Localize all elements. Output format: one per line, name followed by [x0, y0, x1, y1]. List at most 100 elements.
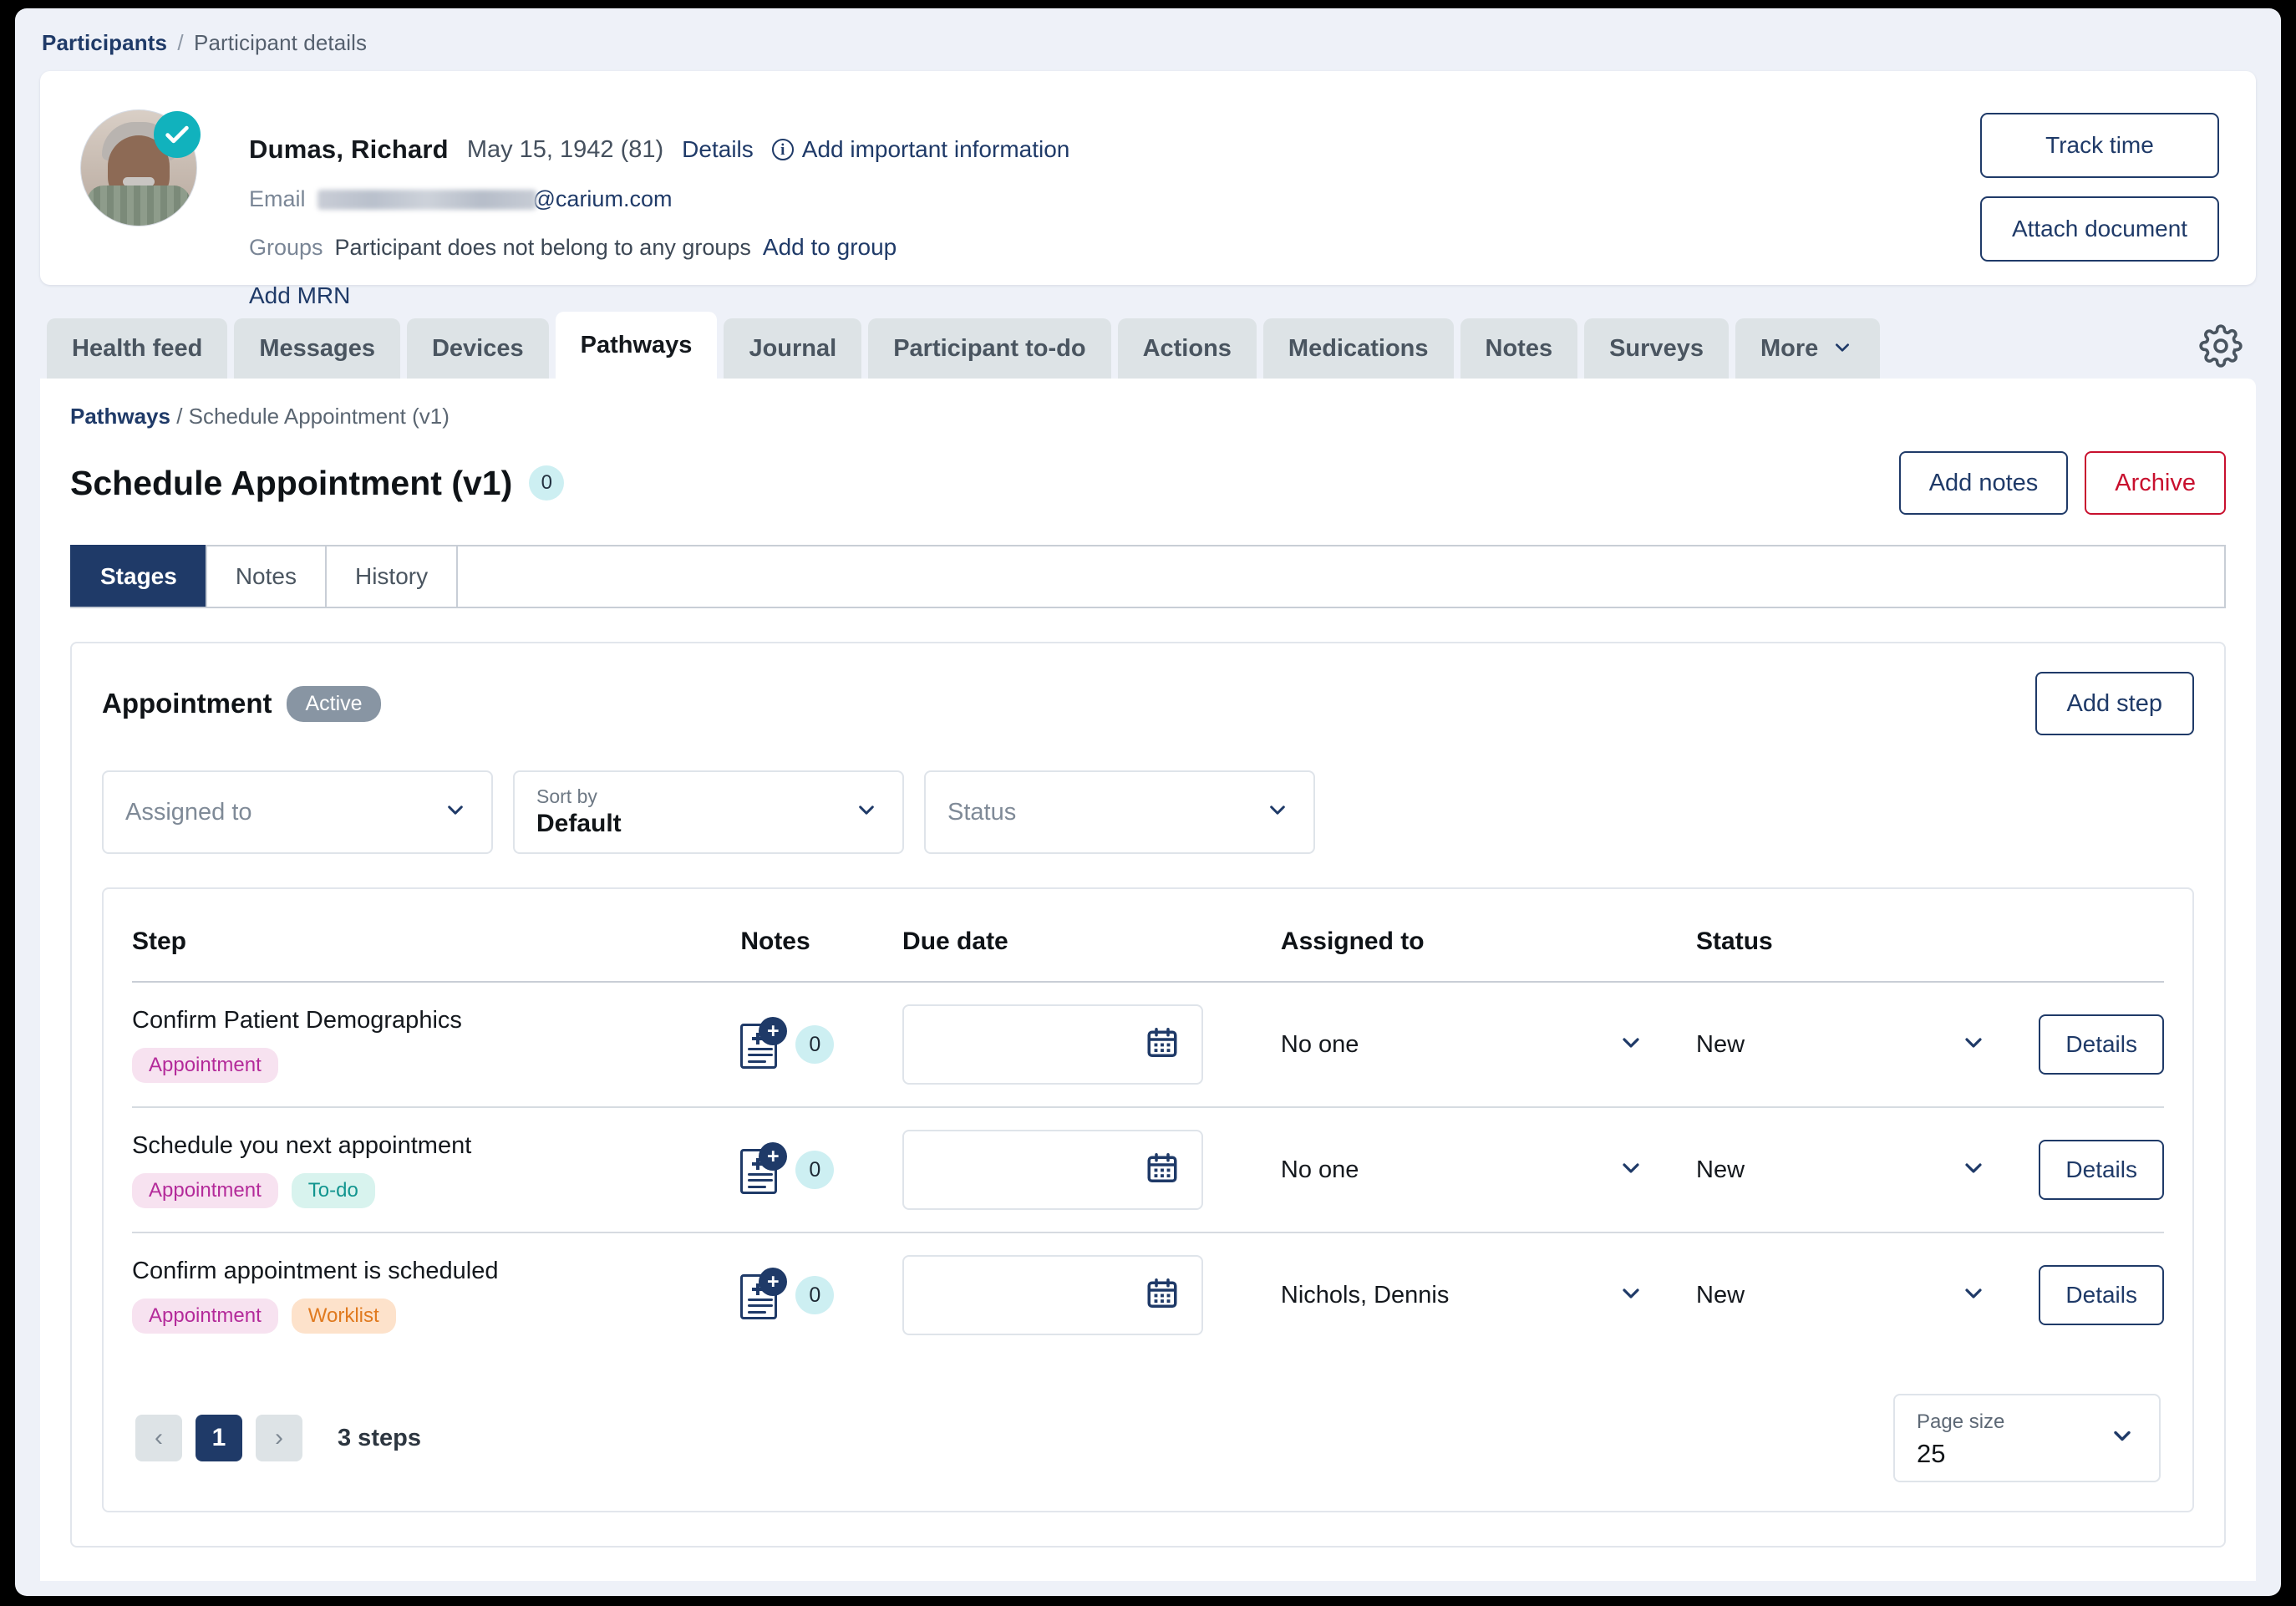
tag-appointment: Appointment [132, 1172, 278, 1208]
tab-participant-to-do[interactable]: Participant to-do [868, 318, 1111, 379]
step-name: Schedule you next appointment [132, 1131, 472, 1159]
stage-status-badge: Active [287, 685, 381, 722]
subtab-history[interactable]: History [324, 545, 457, 607]
assigned-to-select[interactable]: No one [1281, 1031, 1696, 1059]
notes-count-badge: 0 [795, 1151, 835, 1189]
column-header-actions [2039, 896, 2164, 983]
status-select[interactable]: New [1696, 1282, 2039, 1309]
assigned-to-value: No one [1280, 1030, 1359, 1058]
due-date-input[interactable] [902, 1255, 1204, 1335]
tab-journal[interactable]: Journal [724, 318, 862, 379]
chevron-down-icon [1263, 801, 1292, 824]
participant-details-link[interactable]: Details [682, 136, 754, 163]
column-header-step: Step [132, 896, 741, 983]
breadcrumb-participants-link[interactable]: Participants [42, 30, 167, 55]
page-size-value: 25 [1917, 1439, 1946, 1468]
info-icon: i [771, 139, 794, 160]
add-important-information-label: Add important information [801, 136, 1070, 162]
chevron-down-icon [1616, 1033, 1646, 1057]
chevron-down-icon [1958, 1158, 1989, 1182]
tag-appointment: Appointment [132, 1047, 278, 1083]
cell-notes: + 0 [740, 1232, 902, 1357]
add-step-button[interactable]: Add step [2034, 672, 2194, 735]
breadcrumb-separator: / [177, 30, 184, 55]
cell-due-date [902, 1232, 1281, 1357]
add-note-icon[interactable]: + [740, 1268, 788, 1319]
breadcrumb: Participants / Participant details [15, 8, 2281, 56]
notes-count-badge: 0 [795, 1025, 835, 1064]
email-domain[interactable]: @carium.com [533, 186, 673, 212]
tab-messages[interactable]: Messages [234, 318, 400, 379]
tab-more[interactable]: More [1735, 318, 1881, 379]
status-value: New [1696, 1030, 1745, 1058]
chevron-down-icon [852, 801, 881, 824]
pagination-prev-button[interactable]: ‹ [135, 1415, 182, 1461]
subtab-stages[interactable]: Stages [70, 545, 206, 607]
details-button[interactable]: Details [2039, 1140, 2164, 1200]
tab-surveys[interactable]: Surveys [1584, 318, 1729, 379]
status-select[interactable]: New [1696, 1031, 2039, 1059]
add-to-group-link[interactable]: Add to group [763, 234, 897, 261]
panel-breadcrumb: Pathways / Schedule Appointment (v1) [70, 404, 2226, 429]
check-circle-icon [154, 111, 201, 158]
sort-by-value: Default [536, 810, 622, 837]
status-select[interactable]: New [1696, 1156, 2039, 1184]
calendar-icon[interactable] [1145, 1025, 1180, 1065]
column-header-notes: Notes [740, 896, 903, 983]
assigned-to-select[interactable]: Nichols, Dennis [1281, 1282, 1696, 1309]
track-time-button[interactable]: Track time [1980, 113, 2219, 178]
steps-table-card: Step Notes Due date Assigned to Status C… [102, 887, 2194, 1512]
gear-icon[interactable] [2199, 324, 2243, 372]
calendar-icon[interactable] [1145, 1276, 1180, 1315]
calendar-icon[interactable] [1145, 1151, 1180, 1190]
cell-notes: + 0 [740, 982, 903, 1108]
subtab-filler [456, 545, 2226, 607]
status-filter[interactable]: Status [924, 770, 1315, 854]
tab-devices[interactable]: Devices [406, 318, 549, 379]
add-note-icon[interactable]: + [740, 1142, 788, 1194]
panel-breadcrumb-pathways-link[interactable]: Pathways [70, 404, 170, 429]
archive-button[interactable]: Archive [2085, 451, 2226, 515]
step-tags: Appointment [132, 1047, 740, 1083]
steps-table: Step Notes Due date Assigned to Status C… [132, 896, 2164, 1357]
column-header-due-date: Due date [902, 896, 1281, 983]
breadcrumb-current: Participant details [194, 30, 368, 55]
panel-actions: Add notes Archive [1898, 451, 2226, 515]
notes-count-badge: 0 [795, 1276, 835, 1314]
assigned-to-select[interactable]: No one [1281, 1156, 1696, 1184]
status-value: New [1696, 1156, 1745, 1183]
cell-due-date [902, 1107, 1281, 1233]
tag-appointment: Appointment [132, 1298, 278, 1334]
tab-pathways[interactable]: Pathways [555, 312, 718, 379]
add-mrn-link[interactable]: Add MRN [249, 282, 350, 308]
cell-assigned-to: No one [1280, 982, 1697, 1108]
add-note-icon[interactable]: + [740, 1017, 788, 1069]
attach-document-button[interactable]: Attach document [1980, 196, 2219, 262]
chevron-down-icon [1958, 1033, 1989, 1057]
add-notes-button[interactable]: Add notes [1898, 451, 2069, 515]
pagination-page-1[interactable]: 1 [196, 1415, 242, 1461]
participant-name: Dumas, Richard [249, 135, 449, 164]
step-tags: Appointment To-do [132, 1172, 740, 1208]
add-important-information-link[interactable]: i Add important information [771, 136, 1070, 163]
details-button[interactable]: Details [2039, 1265, 2164, 1325]
table-header-row: Step Notes Due date Assigned to Status [132, 896, 2164, 983]
sort-by-filter[interactable]: Sort by Default [513, 770, 904, 854]
cell-actions: Details [2039, 1107, 2164, 1233]
details-button[interactable]: Details [2039, 1014, 2164, 1075]
tab-actions[interactable]: Actions [1117, 318, 1257, 379]
tab-notes[interactable]: Notes [1460, 318, 1578, 379]
due-date-input[interactable] [902, 1130, 1204, 1210]
pagination-next-button[interactable]: › [256, 1415, 302, 1461]
steps-count-label: 3 steps [338, 1424, 421, 1451]
header-actions: Track time Attach document [1980, 113, 2219, 262]
tab-label: Surveys [1609, 334, 1704, 362]
tab-label: Notes [1485, 334, 1553, 362]
tab-medications[interactable]: Medications [1262, 318, 1454, 379]
chevron-down-icon [1958, 1283, 1989, 1308]
due-date-input[interactable] [902, 1004, 1204, 1085]
subtab-notes[interactable]: Notes [205, 545, 325, 607]
tab-health-feed[interactable]: Health feed [47, 318, 228, 379]
assigned-to-filter[interactable]: Assigned to [102, 770, 493, 854]
page-size-select[interactable]: Page size 25 [1893, 1394, 2161, 1482]
